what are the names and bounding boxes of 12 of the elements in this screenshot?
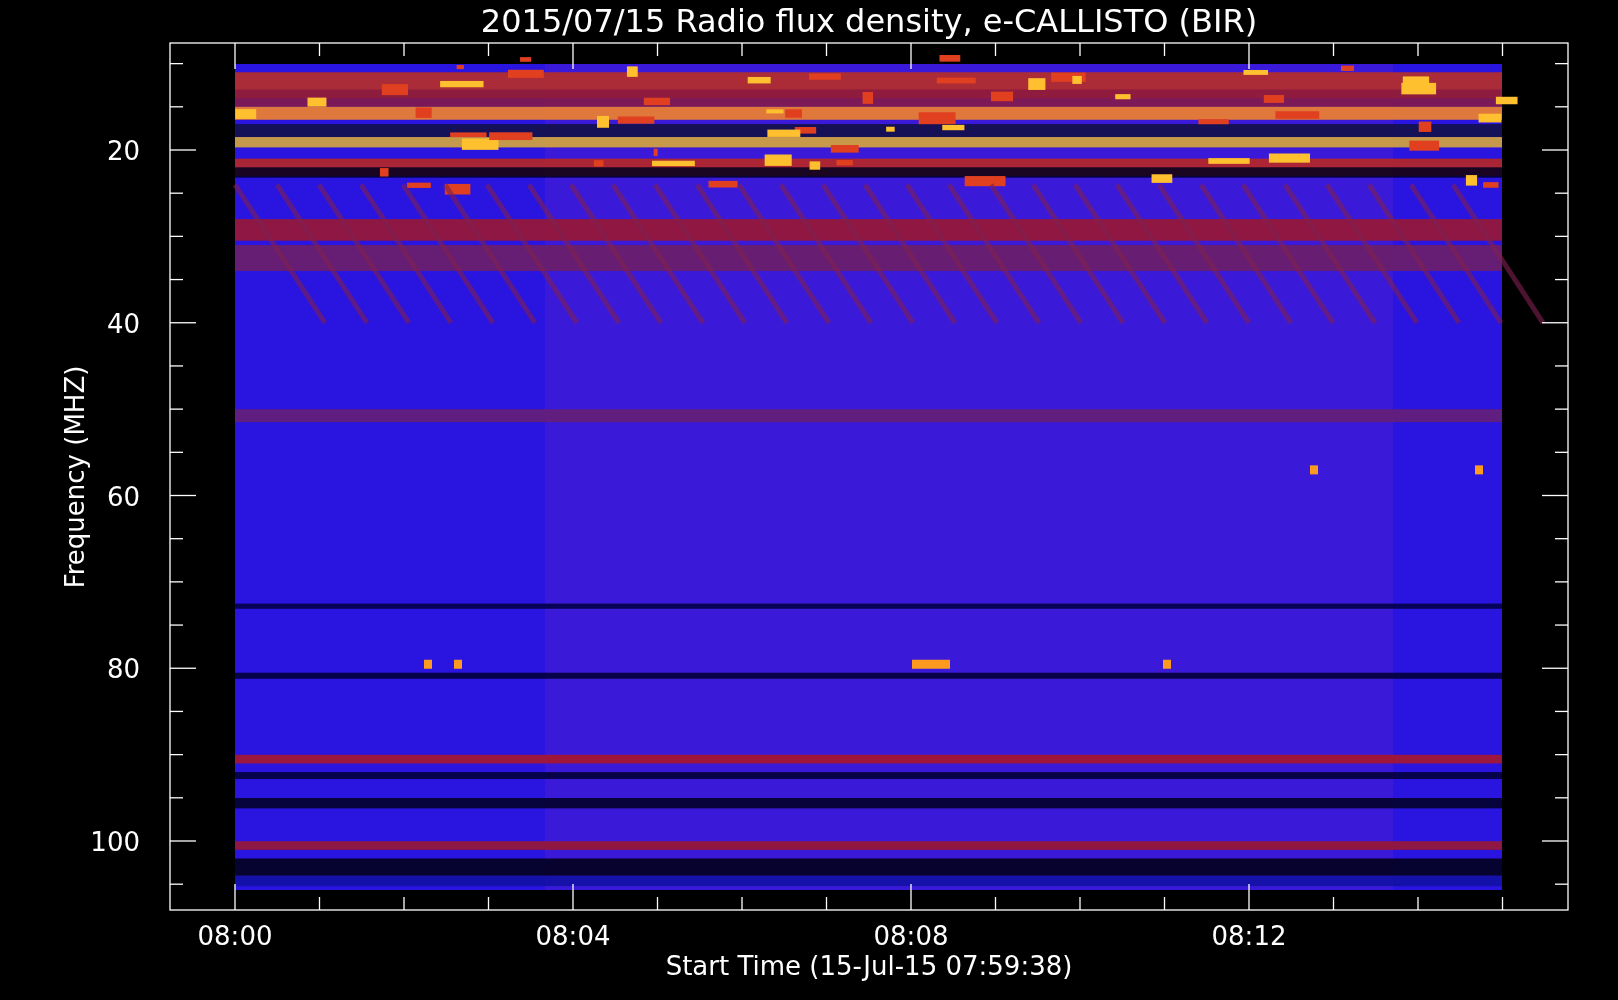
- x-axis-label: Start Time (15-Jul-15 07:59:38): [665, 951, 1073, 981]
- x-tick-label: 08:12: [1211, 921, 1287, 951]
- y-axis-label: Frequency (MHZ): [60, 365, 90, 589]
- x-tick-label: 08:08: [873, 921, 949, 951]
- chart-title: 2015/07/15 Radio flux density, e-CALLISTO (BIR): [480, 2, 1258, 40]
- y-tick-label: 100: [90, 827, 140, 857]
- y-tick-label: 60: [106, 481, 140, 512]
- x-tick-label: 08:04: [535, 921, 611, 951]
- x-tick-label: 08:00: [197, 921, 273, 951]
- y-tick-label: 40: [106, 308, 140, 339]
- y-tick-label: 80: [106, 654, 140, 685]
- y-tick-label: 20: [106, 136, 140, 166]
